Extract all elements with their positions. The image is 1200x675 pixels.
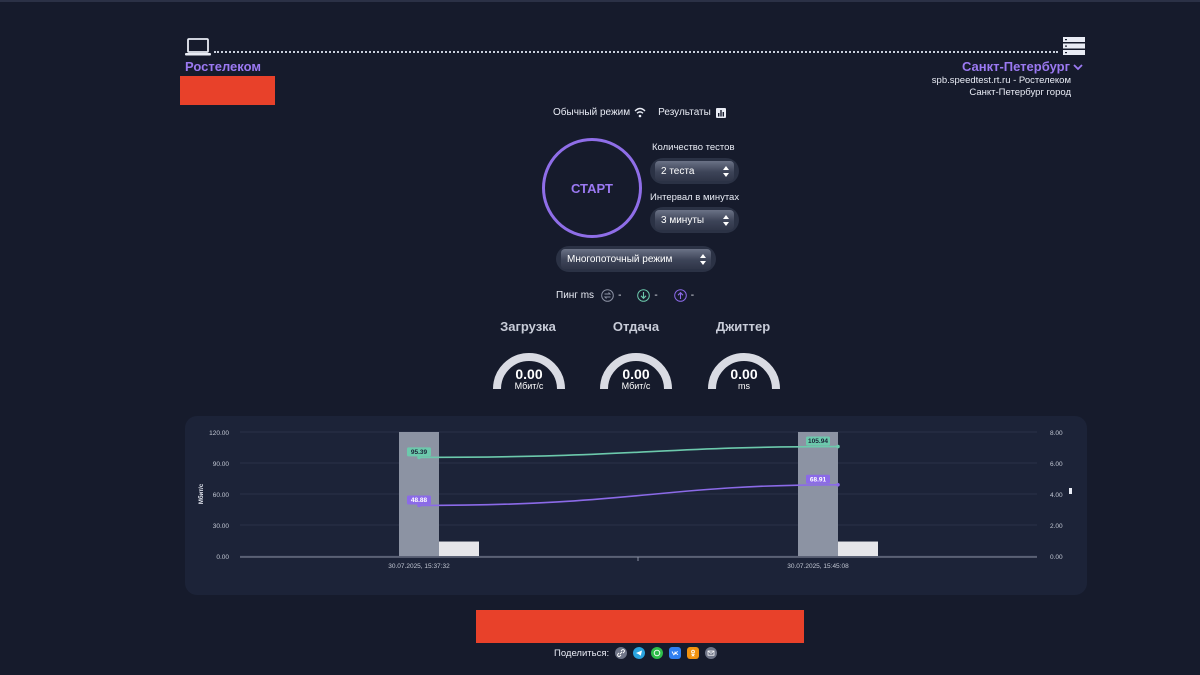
results-chart-panel: 0.00 30.00 60.00 90.00 120.00 0.00 2.00 4.00 6.0… bbox=[185, 416, 1087, 595]
download-value: 0.00 bbox=[515, 366, 543, 382]
jitter-title: Джиттер bbox=[715, 319, 771, 334]
y-tick-left: 60.00 bbox=[213, 492, 230, 499]
y-tick-left: 30.00 bbox=[213, 523, 230, 530]
whatsapp-icon[interactable] bbox=[651, 647, 664, 659]
email-icon[interactable] bbox=[705, 647, 718, 659]
y-tick-right: 0.00 bbox=[1050, 554, 1063, 561]
ad-banner bbox=[476, 610, 804, 643]
interval-value: 3 минуты bbox=[661, 214, 705, 226]
x-tick-label: 30.07.2025, 15:45:08 bbox=[787, 563, 849, 570]
normal-mode-link[interactable]: Обычный режим bbox=[553, 107, 630, 118]
server-city[interactable]: Санкт-Петербург bbox=[962, 59, 1070, 74]
isp-name: Ростелеком bbox=[185, 59, 261, 74]
vk-icon[interactable] bbox=[669, 647, 682, 659]
server-host: spb.speedtest.rt.ru - Ростелеком bbox=[931, 75, 1071, 86]
x-tick-label: 30.07.2025, 15:37:32 bbox=[388, 563, 450, 570]
series-line bbox=[418, 483, 839, 507]
upload-ping-value: - bbox=[690, 290, 695, 301]
upload-value: 0.00 bbox=[622, 366, 650, 382]
y-tick-left: 0.00 bbox=[216, 554, 229, 561]
data-label: 105.94 bbox=[808, 438, 828, 445]
ping-label: Пинг ms bbox=[556, 290, 595, 301]
upload-title: Отдача bbox=[612, 319, 660, 334]
server-icon bbox=[1063, 37, 1085, 55]
start-button[interactable]: СТАРТ bbox=[542, 138, 642, 238]
chart-bar bbox=[798, 432, 838, 556]
results-chart: 0.00 30.00 60.00 90.00 120.00 0.00 2.00 4.00 6.0… bbox=[198, 430, 1072, 570]
interval-select[interactable]: 3 минуты bbox=[650, 207, 739, 233]
jitter-unit: ms bbox=[738, 381, 750, 391]
tests-count-label: Количество тестов bbox=[652, 142, 735, 153]
upload-icon bbox=[673, 289, 687, 302]
interval-label: Интервал в минутах bbox=[650, 192, 740, 203]
download-ping-value: - bbox=[654, 290, 658, 301]
tests-count-select[interactable]: 2 теста bbox=[650, 158, 739, 184]
y-tick-left: 120.00 bbox=[209, 430, 229, 437]
server-location: Санкт-Петербург город bbox=[969, 87, 1071, 98]
upload-unit: Мбит/с bbox=[621, 381, 651, 391]
top-border bbox=[0, 0, 1200, 2]
odnoklassniki-icon[interactable] bbox=[687, 647, 700, 659]
thread-mode-select[interactable]: Многопоточный режим bbox=[556, 246, 716, 272]
share-row: Поделиться: bbox=[554, 647, 718, 659]
right-axis-marker bbox=[1069, 488, 1072, 494]
ping-row: Пинг ms - - - bbox=[556, 289, 703, 302]
mode-switch: Обычный режим Результаты bbox=[553, 107, 726, 118]
chart-bar bbox=[838, 541, 878, 556]
bar-chart-icon[interactable] bbox=[715, 107, 726, 118]
results-link[interactable]: Результаты bbox=[658, 107, 711, 118]
data-label: 48.88 bbox=[411, 497, 428, 504]
share-label: Поделиться: bbox=[554, 647, 610, 659]
y-tick-right: 8.00 bbox=[1050, 430, 1063, 437]
series-point bbox=[836, 444, 840, 449]
data-label: 95.39 bbox=[411, 449, 428, 456]
chevron-down-icon[interactable] bbox=[1073, 63, 1083, 71]
download-icon bbox=[637, 289, 651, 302]
server-city-selector[interactable]: Санкт-Петербург bbox=[962, 59, 1083, 74]
y-axis-label: Мбит/с bbox=[198, 483, 205, 504]
y-tick-left: 90.00 bbox=[213, 461, 230, 468]
series-line bbox=[418, 445, 839, 459]
laptop-icon bbox=[185, 38, 211, 56]
ping-value: - bbox=[618, 290, 622, 301]
chart-bar bbox=[439, 541, 479, 556]
download-unit: Мбит/с bbox=[514, 381, 544, 391]
link-icon[interactable] bbox=[615, 647, 628, 659]
download-title: Загрузка bbox=[500, 319, 556, 334]
thread-mode-value: Многопоточный режим bbox=[567, 253, 673, 265]
wifi-icon[interactable] bbox=[634, 107, 646, 118]
y-tick-right: 6.00 bbox=[1050, 461, 1063, 468]
jitter-value: 0.00 bbox=[730, 366, 758, 382]
tests-count-value: 2 теста bbox=[661, 165, 695, 177]
series-point bbox=[836, 482, 840, 487]
updown-arrows-icon bbox=[700, 253, 706, 265]
telegram-icon[interactable] bbox=[633, 647, 646, 659]
data-label: 68.91 bbox=[810, 476, 827, 483]
updown-arrows-icon bbox=[723, 165, 729, 177]
y-tick-right: 4.00 bbox=[1050, 492, 1063, 499]
connection-line bbox=[214, 51, 1058, 53]
y-tick-right: 2.00 bbox=[1050, 523, 1063, 530]
updown-arrows-icon bbox=[723, 214, 729, 226]
ping-icon bbox=[601, 289, 614, 302]
ad-block bbox=[180, 76, 275, 105]
